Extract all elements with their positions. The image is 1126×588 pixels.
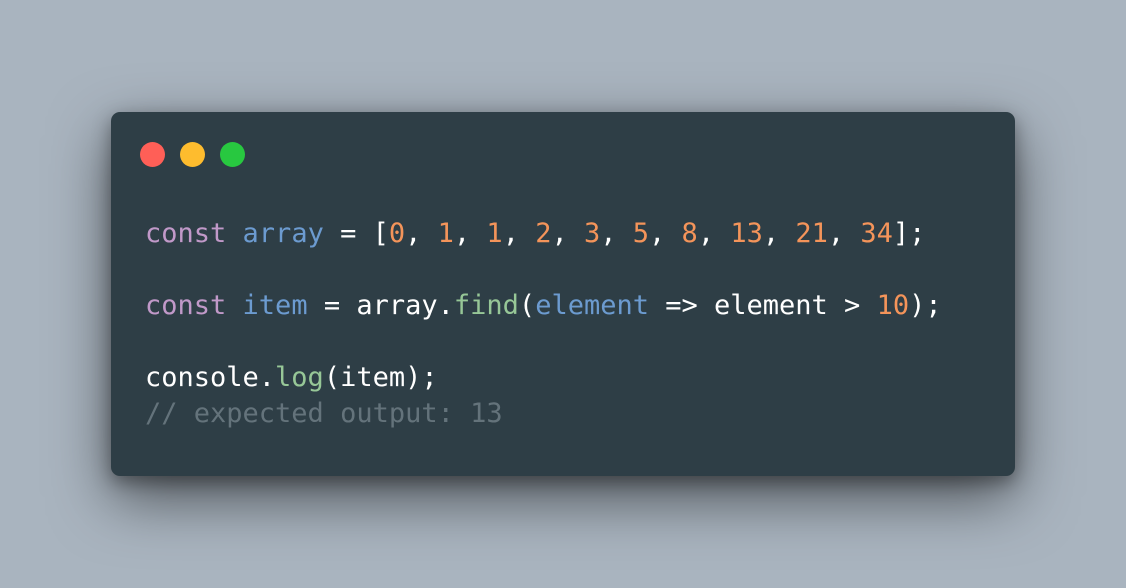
close-paren-semicolon: ); (909, 290, 942, 321)
code-line-3: console.log(item); (145, 360, 942, 396)
separator: , (551, 218, 584, 249)
code-window: const array = [0, 1, 1, 2, 3, 5, 8, 13, … (111, 112, 1015, 476)
number-literal: 2 (535, 218, 552, 249)
separator: , (502, 218, 536, 249)
close-bracket-semicolon: ]; (892, 218, 926, 249)
separator: , (827, 218, 861, 249)
number-literal: 3 (583, 218, 601, 249)
code-line-2: const item = array.find(element => eleme… (145, 288, 942, 324)
close-dot-icon[interactable] (140, 142, 165, 167)
log-arguments: (item); (323, 362, 438, 393)
assign-array-access: = array. (307, 290, 454, 321)
method-find: find (453, 290, 519, 321)
param-element: element (535, 290, 649, 321)
number-literal: 5 (632, 218, 650, 249)
console-object: console. (145, 362, 276, 393)
number-literal: 21 (795, 218, 828, 249)
number-literal: 8 (681, 218, 698, 249)
separator: , (649, 218, 682, 249)
separator: , (453, 218, 487, 249)
separator: , (600, 218, 633, 249)
number-literal: 1 (486, 218, 503, 249)
minimize-dot-icon[interactable] (180, 142, 205, 167)
code-block: const array = [0, 1, 1, 2, 3, 5, 8, 13, … (145, 216, 942, 432)
separator: , (405, 218, 438, 249)
window-controls (140, 142, 245, 167)
code-comment: // expected output: 13 (145, 398, 503, 429)
variable-array: array (242, 218, 324, 249)
assign-open-bracket: = [ (323, 218, 389, 249)
keyword-const: const (145, 218, 227, 249)
number-literal: 0 (388, 218, 406, 249)
arrow-body: => element > (648, 290, 877, 321)
separator: , (697, 218, 731, 249)
separator: , (762, 218, 796, 249)
code-line-1: const array = [0, 1, 1, 2, 3, 5, 8, 13, … (145, 216, 942, 252)
code-line-4: // expected output: 13 (145, 396, 942, 432)
open-paren: ( (518, 290, 536, 321)
number-literal: 13 (730, 218, 763, 249)
number-literal: 1 (437, 218, 454, 249)
method-log: log (275, 362, 324, 393)
variable-item: item (242, 290, 308, 321)
number-literal: 10 (876, 290, 910, 321)
maximize-dot-icon[interactable] (220, 142, 245, 167)
keyword-const: const (145, 290, 227, 321)
number-literal: 34 (860, 218, 893, 249)
